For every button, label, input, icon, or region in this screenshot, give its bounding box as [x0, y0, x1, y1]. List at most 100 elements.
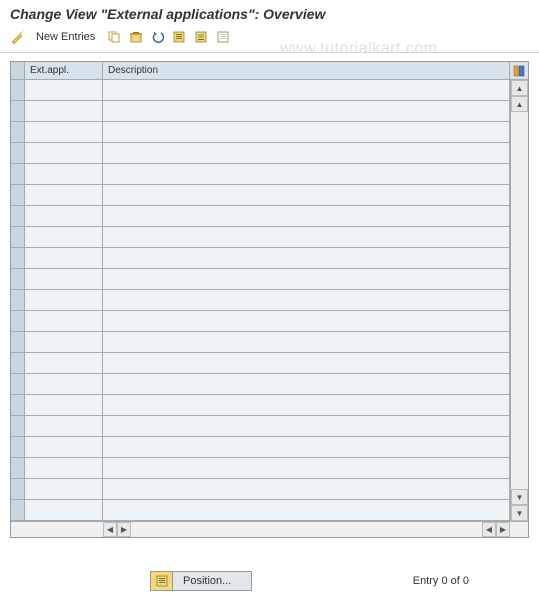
cell-ext-appl[interactable]: [25, 80, 103, 101]
scroll-down-arrow[interactable]: ▼: [511, 505, 528, 521]
cell-ext-appl[interactable]: [25, 458, 103, 479]
cell-ext-appl[interactable]: [25, 122, 103, 143]
cell-description[interactable]: [103, 437, 510, 458]
table-row: [11, 374, 510, 395]
cell-description[interactable]: [103, 206, 510, 227]
table-row: [11, 458, 510, 479]
cell-ext-appl[interactable]: [25, 395, 103, 416]
row-selector[interactable]: [11, 416, 25, 437]
scroll-left-arrow[interactable]: ◀: [103, 522, 117, 537]
row-selector[interactable]: [11, 332, 25, 353]
cell-description[interactable]: [103, 143, 510, 164]
table-row: [11, 185, 510, 206]
cell-description[interactable]: [103, 395, 510, 416]
column-header-description[interactable]: Description: [103, 62, 510, 80]
cell-description[interactable]: [103, 374, 510, 395]
undo-icon[interactable]: [149, 28, 167, 46]
cell-ext-appl[interactable]: [25, 143, 103, 164]
row-selector[interactable]: [11, 101, 25, 122]
select-all-column[interactable]: [11, 62, 25, 80]
deselect-all-icon[interactable]: [215, 28, 233, 46]
hscroll-track[interactable]: [131, 522, 482, 537]
row-selector[interactable]: [11, 353, 25, 374]
cell-ext-appl[interactable]: [25, 269, 103, 290]
row-selector[interactable]: [11, 500, 25, 521]
cell-description[interactable]: [103, 311, 510, 332]
cell-description[interactable]: [103, 164, 510, 185]
scroll-right-arrow-inner[interactable]: ▶: [117, 522, 131, 537]
position-label: Position...: [173, 575, 251, 587]
horizontal-scrollbar[interactable]: ◀ ▶ ◀ ▶: [11, 521, 528, 537]
cell-description[interactable]: [103, 122, 510, 143]
row-selector[interactable]: [11, 122, 25, 143]
cell-ext-appl[interactable]: [25, 206, 103, 227]
row-selector[interactable]: [11, 269, 25, 290]
row-selector[interactable]: [11, 206, 25, 227]
scroll-track[interactable]: [511, 112, 528, 489]
cell-ext-appl[interactable]: [25, 227, 103, 248]
row-selector[interactable]: [11, 80, 25, 101]
wand-icon[interactable]: [8, 28, 26, 46]
table-row: [11, 290, 510, 311]
page-title: Change View "External applications": Ove…: [0, 0, 539, 26]
select-all-icon[interactable]: [171, 28, 189, 46]
column-header-ext-appl[interactable]: Ext.appl.: [25, 62, 103, 80]
cell-description[interactable]: [103, 80, 510, 101]
cell-ext-appl[interactable]: [25, 311, 103, 332]
position-icon: [151, 572, 173, 590]
select-block-icon[interactable]: [193, 28, 211, 46]
cell-description[interactable]: [103, 332, 510, 353]
row-selector[interactable]: [11, 227, 25, 248]
new-entries-button[interactable]: New Entries: [30, 29, 101, 45]
cell-ext-appl[interactable]: [25, 164, 103, 185]
cell-description[interactable]: [103, 101, 510, 122]
copy-icon[interactable]: [105, 28, 123, 46]
cell-description[interactable]: [103, 500, 510, 521]
cell-description[interactable]: [103, 248, 510, 269]
cell-ext-appl[interactable]: [25, 290, 103, 311]
cell-description[interactable]: [103, 290, 510, 311]
row-selector[interactable]: [11, 458, 25, 479]
cell-description[interactable]: [103, 479, 510, 500]
cell-ext-appl[interactable]: [25, 479, 103, 500]
table-row: [11, 227, 510, 248]
cell-description[interactable]: [103, 269, 510, 290]
row-selector[interactable]: [11, 185, 25, 206]
cell-description[interactable]: [103, 353, 510, 374]
row-selector[interactable]: [11, 164, 25, 185]
scroll-right-arrow[interactable]: ▶: [496, 522, 510, 537]
row-selector[interactable]: [11, 311, 25, 332]
row-selector[interactable]: [11, 143, 25, 164]
cell-ext-appl[interactable]: [25, 374, 103, 395]
cell-ext-appl[interactable]: [25, 248, 103, 269]
scroll-down-arrow-2[interactable]: ▼: [511, 489, 528, 505]
position-button[interactable]: Position...: [150, 571, 252, 591]
table-row: [11, 353, 510, 374]
row-selector[interactable]: [11, 248, 25, 269]
scroll-up-arrow[interactable]: ▲: [511, 80, 528, 96]
cell-ext-appl[interactable]: [25, 416, 103, 437]
cell-ext-appl[interactable]: [25, 353, 103, 374]
row-selector[interactable]: [11, 374, 25, 395]
cell-description[interactable]: [103, 185, 510, 206]
table-config-icon[interactable]: [510, 62, 528, 80]
row-selector[interactable]: [11, 437, 25, 458]
scroll-up-arrow-2[interactable]: ▲: [511, 96, 528, 112]
row-selector[interactable]: [11, 395, 25, 416]
cell-ext-appl[interactable]: [25, 185, 103, 206]
cell-ext-appl[interactable]: [25, 101, 103, 122]
cell-description[interactable]: [103, 458, 510, 479]
cell-description[interactable]: [103, 416, 510, 437]
scroll-left-arrow-2[interactable]: ◀: [482, 522, 496, 537]
cell-ext-appl[interactable]: [25, 437, 103, 458]
row-selector[interactable]: [11, 479, 25, 500]
vertical-scrollbar[interactable]: ▲ ▲ ▼ ▼: [510, 80, 528, 521]
table-row: [11, 248, 510, 269]
table-row: [11, 80, 510, 101]
delete-icon[interactable]: [127, 28, 145, 46]
cell-description[interactable]: [103, 227, 510, 248]
cell-ext-appl[interactable]: [25, 500, 103, 521]
cell-ext-appl[interactable]: [25, 332, 103, 353]
table-row: [11, 479, 510, 500]
row-selector[interactable]: [11, 290, 25, 311]
